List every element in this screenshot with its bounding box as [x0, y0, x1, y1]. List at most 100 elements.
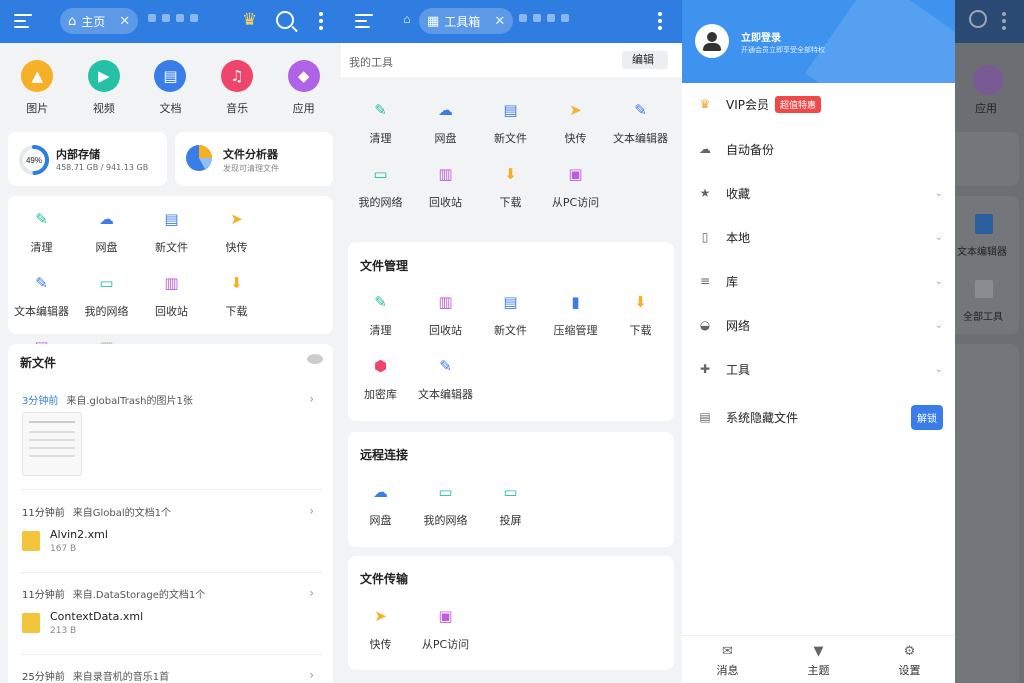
drawer-header[interactable]: 立即登录 开通会员立即享受全部特权 [682, 0, 955, 83]
chevron-down-icon[interactable]: ⌄ [935, 188, 943, 199]
new-file-entry[interactable]: 3分钟前 来自.globalTrash的图片1张 › [8, 392, 328, 476]
drawer-panel: 应用 文本编辑器 全部工具 立即登录 开通会员立即享受全部特权 ♛ VIP会员 … [682, 0, 1024, 683]
tool-text-editor[interactable]: ✎ 文本编辑器 [413, 343, 478, 407]
more-icon[interactable] [319, 12, 323, 33]
tab-toolbox[interactable]: ▦ 工具箱 ✕ [419, 8, 514, 34]
all-tools-icon [975, 280, 993, 298]
login-title[interactable]: 立即登录 [741, 29, 781, 44]
chevron-right-icon: › [309, 504, 314, 518]
menu-icon[interactable] [355, 14, 373, 32]
tool-zip[interactable]: ▮ 压缩管理 [543, 279, 608, 343]
tool-text-editor[interactable]: ✎ 文本编辑器 [608, 87, 673, 151]
edit-button[interactable]: 编辑 [622, 51, 668, 69]
tool-trash[interactable]: ▥ 回收站 [413, 151, 478, 215]
nav-tshirt[interactable]: ▼ 主题 [808, 636, 830, 683]
tool-trash[interactable]: ▥ 回收站 [413, 279, 478, 343]
tool-download[interactable]: ⬇ 下载 [608, 279, 673, 343]
tool-text-editor[interactable]: ✎ 文本编辑器 [9, 260, 74, 324]
file-size: 167 B [50, 544, 77, 554]
search-icon[interactable] [276, 11, 294, 29]
toolbox-panel: ⌂ ▦ 工具箱 ✕ 我的工具 编辑 ✎ 清理 ☁ 网盘 ▤ 新文件 ➤ 快传 ✎ 文本编辑器 ▭ 我的… [341, 0, 682, 683]
entry-source: 来自Global的文档1个 [72, 508, 171, 519]
chevron-down-icon[interactable]: ⌄ [935, 232, 943, 243]
tab-strip-icons[interactable] [519, 14, 569, 22]
tab-home-label: 主页 [81, 14, 106, 29]
tool-paper-plane[interactable]: ➤ 快传 [543, 87, 608, 151]
tool-cast[interactable]: ▭ 投屏 [478, 469, 543, 533]
xml-file-icon [22, 613, 40, 633]
close-icon[interactable]: ✕ [494, 14, 505, 29]
tool-pc-access[interactable]: ▣ 从PC访问 [413, 593, 478, 657]
entry-time: 11分钟前 [22, 508, 65, 519]
analyzer-subtitle: 发现可清理文件 [223, 164, 279, 173]
tool-paper-plane[interactable]: ➤ 快传 [348, 593, 413, 657]
drawer-item-phone[interactable]: ▯ 本地 ⌄ [698, 226, 943, 248]
nav-label: 主题 [807, 664, 830, 677]
more-icon[interactable] [658, 12, 662, 33]
tool-cloud[interactable]: ☁ 网盘 [348, 469, 413, 533]
eye-icon[interactable] [307, 354, 323, 364]
section-file-management: 文件管理 ✎ 清理 ▥ 回收站 ▤ 新文件 ▮ 压缩管理 ⬇ 下载 ⬢ 加密库 ✎ 文本编辑器 [348, 242, 674, 421]
tool-download[interactable]: ⬇ 下载 [204, 260, 269, 324]
new-file-entry[interactable]: 11分钟前 来自Global的文档1个 › Alvin2.xml 167 B [8, 504, 328, 554]
tool-router[interactable]: ▭ 我的网络 [413, 469, 478, 533]
vip-badge: 超值特惠 [775, 95, 822, 113]
category-music[interactable]: ♫ 音乐 [209, 60, 265, 116]
category-document[interactable]: ▤ 文档 [142, 60, 198, 116]
tool-download[interactable]: ⬇ 下载 [478, 151, 543, 215]
tool-broom[interactable]: ✎ 清理 [348, 87, 413, 151]
hidden-files-row[interactable]: ▤ 系统隐藏文件 解锁 [698, 404, 943, 430]
tool-pc-access[interactable]: ▣ 从PC访问 [543, 151, 608, 215]
tool-broom[interactable]: ✎ 清理 [9, 196, 74, 260]
tool-new-file[interactable]: ▤ 新文件 [478, 87, 543, 151]
tab-strip-icons[interactable] [148, 14, 198, 22]
chevron-down-icon[interactable]: ⌄ [935, 320, 943, 331]
home-icon[interactable]: ⌂ [403, 12, 411, 26]
tool-vault[interactable]: ⬢ 加密库 [348, 343, 413, 407]
menu-icon[interactable] [14, 14, 32, 32]
new-file-entry[interactable]: 11分钟前 来自.DataStorage的文档1个 › ContextData.x… [8, 586, 328, 636]
new-file-entry[interactable]: 25分钟前 来自录音机的音乐1首 › [8, 668, 328, 683]
tool-cloud[interactable]: ☁ 网盘 [74, 196, 139, 260]
drawer-item-network[interactable]: ◒ 网络 ⌄ [698, 314, 943, 336]
dimmed-background[interactable]: 应用 文本编辑器 全部工具 [955, 0, 1024, 683]
avatar[interactable] [695, 24, 729, 58]
tool-new-file[interactable]: ▤ 新文件 [139, 196, 204, 260]
vip-crown-icon: ♛ [699, 97, 711, 111]
tool-trash[interactable]: ▥ 回收站 [139, 260, 204, 324]
category-image[interactable]: ▲ 图片 [9, 60, 65, 116]
unlock-button[interactable]: 解锁 [911, 404, 943, 430]
chevron-down-icon[interactable]: ⌄ [935, 276, 943, 287]
crown-icon[interactable]: ♛ [242, 10, 257, 30]
tool-label: 新文件 [494, 132, 527, 145]
nav-message[interactable]: ✉ 消息 [717, 636, 739, 683]
file-analyzer-card[interactable]: 文件分析器 发现可清理文件 [175, 132, 333, 186]
category-android[interactable]: ◆ 应用 [276, 60, 332, 116]
drawer-item-layers[interactable]: ≡ 库 ⌄ [698, 270, 943, 292]
chevron-down-icon[interactable]: ⌄ [935, 364, 943, 375]
vip-row[interactable]: ♛ VIP会员 超值特惠 [698, 93, 943, 115]
top-bar: ⌂ ▦ 工具箱 ✕ [341, 0, 682, 43]
paper-plane-icon: ➤ [569, 101, 582, 119]
storage-title: 内部存储 [56, 148, 100, 161]
tool-cloud[interactable]: ☁ 网盘 [413, 87, 478, 151]
star-icon: ★ [699, 186, 711, 200]
tab-home[interactable]: ⌂ 主页 ✕ [60, 8, 139, 34]
tool-router[interactable]: ▭ 我的网络 [74, 260, 139, 324]
drawer-item-cloud-backup[interactable]: ☁ 自动备份 [698, 138, 943, 160]
tool-new-file[interactable]: ▤ 新文件 [478, 279, 543, 343]
drawer-item-star[interactable]: ★ 收藏 ⌄ [698, 182, 943, 204]
image-thumbnail[interactable] [22, 412, 82, 476]
storage-card[interactable]: 49% 内部存储 458.71 GB / 941.13 GB [8, 132, 167, 186]
category-video[interactable]: ▶ 视频 [76, 60, 132, 116]
tool-router[interactable]: ▭ 我的网络 [348, 151, 413, 215]
drawer-item-wrench[interactable]: ✚ 工具 ⌄ [698, 358, 943, 380]
tool-paper-plane[interactable]: ➤ 快传 [204, 196, 269, 260]
close-icon[interactable]: ✕ [119, 14, 130, 29]
tool-label: 文本编辑器 [613, 132, 668, 145]
nav-gear[interactable]: ⚙ 设置 [899, 636, 921, 683]
tool-broom[interactable]: ✎ 清理 [348, 279, 413, 343]
video-icon: ▶ [87, 60, 120, 92]
my-tools-bar: 我的工具 编辑 [341, 43, 682, 77]
tool-label: 清理 [369, 132, 392, 145]
